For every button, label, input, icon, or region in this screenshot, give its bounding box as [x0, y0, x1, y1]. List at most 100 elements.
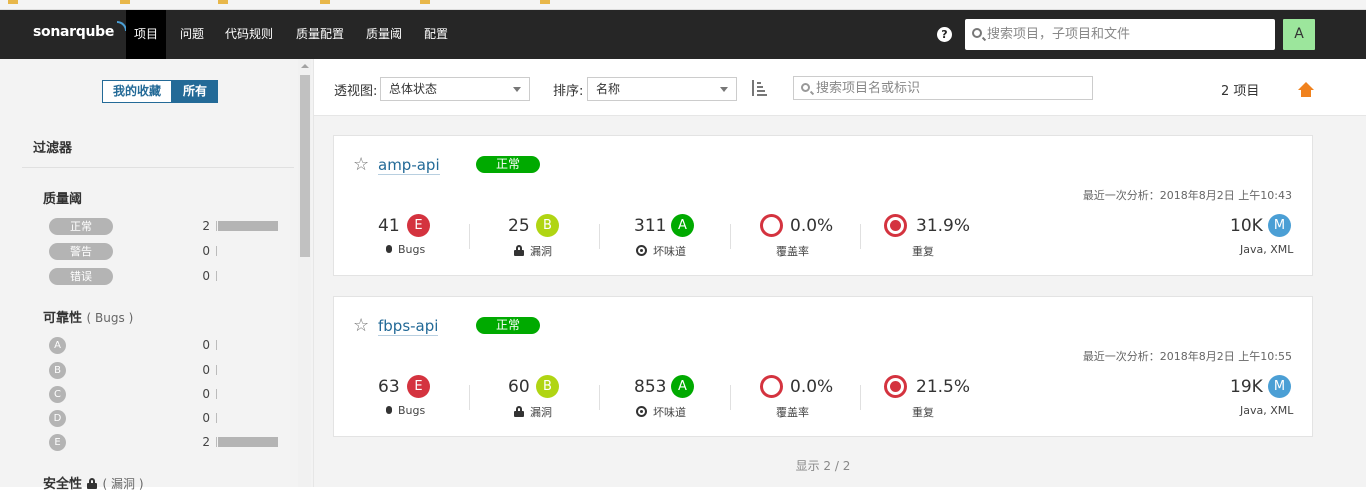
lock-icon	[514, 245, 524, 256]
divider	[469, 385, 470, 410]
vulns-label: 漏洞	[514, 404, 552, 420]
sort-order-icon[interactable]	[750, 80, 767, 98]
global-search[interactable]	[965, 19, 1275, 50]
facet-bar-tick	[216, 271, 217, 281]
nav-issues[interactable]: 问题	[172, 10, 212, 59]
smell-icon	[636, 406, 647, 417]
sort-label: 排序:	[553, 84, 584, 99]
metric-code-smells[interactable]: 311 A 坏味道	[632, 214, 702, 264]
bugs-rating: E	[407, 375, 430, 398]
sidebar-scroll-thumb[interactable]	[300, 75, 310, 257]
global-search-input[interactable]	[987, 19, 1267, 50]
facet-option-label: 正常	[49, 218, 113, 235]
size-rating: M	[1268, 214, 1291, 237]
vulns-label-text: 漏洞	[530, 406, 552, 419]
smells-value: 853	[634, 377, 667, 397]
perspective-label: 透视图:	[334, 84, 378, 99]
size-value: 10K	[1230, 216, 1263, 236]
rating-label: A	[49, 337, 66, 354]
facet-option-label: 警告	[49, 243, 113, 260]
search-icon	[972, 28, 982, 38]
facet-security-sub: ( 漏洞 )	[86, 477, 144, 491]
bug-icon	[384, 404, 394, 415]
facet-reliability-sub: ( Bugs )	[86, 311, 134, 325]
metric-duplications[interactable]: 21.5% 重复	[884, 375, 974, 425]
user-avatar[interactable]: A	[1283, 19, 1315, 50]
metric-bugs[interactable]: 41 E Bugs	[374, 214, 434, 264]
sonarqube-logo[interactable]: sonarqube	[33, 21, 127, 40]
metric-code-smells[interactable]: 853 A 坏味道	[632, 375, 702, 425]
chevron-down-icon	[513, 87, 521, 92]
facet-option-count: 0	[202, 338, 210, 352]
project-name-link[interactable]: fbps-api	[378, 317, 439, 336]
perspective-select[interactable]: 总体状态	[380, 77, 530, 101]
nav-rules[interactable]: 代码规则	[217, 10, 281, 59]
help-icon[interactable]: ?	[937, 27, 952, 42]
filter-sidebar	[0, 59, 314, 487]
duplications-donut-icon	[884, 375, 907, 398]
project-search-input[interactable]	[816, 77, 1086, 99]
facet-option-label: 错误	[49, 268, 113, 285]
home-icon[interactable]	[1298, 82, 1314, 98]
lock-icon	[86, 478, 97, 489]
coverage-donut-icon	[760, 214, 783, 237]
last-analysis: 最近一次分析：2018年8月2日 上午10:55	[1082, 350, 1292, 363]
divider	[730, 385, 731, 410]
smells-label: 坏味道	[636, 243, 686, 259]
toggle-all[interactable]: 所有	[172, 80, 219, 103]
facet-bar-tick	[216, 246, 217, 256]
last-analysis: 最近一次分析：2018年8月2日 上午10:43	[1082, 189, 1292, 202]
toggle-favorites[interactable]: 我的收藏	[102, 80, 173, 103]
coverage-value: 0.0%	[790, 216, 834, 236]
languages: Java, XML	[1240, 243, 1294, 256]
nav-quality-gates[interactable]: 质量阈	[358, 10, 410, 59]
smells-label: 坏味道	[636, 404, 686, 420]
vulns-label: 漏洞	[514, 243, 552, 259]
smells-label-text: 坏味道	[653, 245, 686, 258]
metric-vulnerabilities[interactable]: 25 B 漏洞	[506, 214, 566, 264]
nav-projects[interactable]: 项目	[126, 10, 167, 59]
bookmark-folder-icon	[218, 0, 228, 4]
sort-select[interactable]: 名称	[587, 77, 737, 101]
facet-reliability-title: 可靠性 ( Bugs )	[43, 307, 133, 326]
languages: Java, XML	[1240, 404, 1294, 417]
bugs-rating: E	[407, 214, 430, 237]
facet-bar	[218, 221, 278, 231]
perspective-value: 总体状态	[389, 82, 438, 96]
rating-label: D	[49, 410, 66, 427]
quality-gate-badge: 正常	[476, 317, 540, 334]
scroll-up-icon[interactable]	[301, 64, 309, 68]
metric-vulnerabilities[interactable]: 60 B 漏洞	[506, 375, 566, 425]
quality-gate-badge: 正常	[476, 156, 540, 173]
vulns-value: 60	[508, 377, 530, 397]
project-card: ☆ amp-api 正常 最近一次分析：2018年8月2日 上午10:43 41…	[333, 135, 1313, 276]
star-icon[interactable]: ☆	[353, 156, 369, 174]
metric-size[interactable]: 19K M Java, XML	[1214, 375, 1294, 425]
metric-coverage[interactable]: 0.0% 覆盖率	[760, 214, 840, 264]
facet-security-title: 安全性 ( 漏洞 )	[43, 473, 144, 492]
project-search[interactable]	[793, 76, 1093, 100]
bookmark-folder-icon	[320, 0, 330, 4]
metric-bugs[interactable]: 63 E Bugs	[374, 375, 434, 425]
divider	[599, 224, 600, 249]
nav-administration[interactable]: 配置	[416, 10, 456, 59]
project-card: ☆ fbps-api 正常 最近一次分析：2018年8月2日 上午10:55 6…	[333, 296, 1313, 437]
star-icon[interactable]: ☆	[353, 317, 369, 335]
metric-coverage[interactable]: 0.0% 覆盖率	[760, 375, 840, 425]
coverage-label: 覆盖率	[776, 245, 809, 258]
metric-size[interactable]: 10K M Java, XML	[1214, 214, 1294, 264]
facet-bar-tick	[216, 413, 217, 423]
facet-bar	[218, 437, 278, 447]
facet-bar-tick	[216, 389, 217, 399]
facet-reliability-name: 可靠性	[43, 311, 83, 326]
facet-option-count: 0	[202, 411, 210, 425]
project-name-link[interactable]: amp-api	[378, 156, 440, 175]
metric-duplications[interactable]: 31.9% 重复	[884, 214, 974, 264]
nav-quality-profiles[interactable]: 质量配置	[288, 10, 352, 59]
facet-quality-gate-title: 质量阈	[43, 192, 83, 207]
vulns-label-text: 漏洞	[530, 245, 552, 258]
dup-value: 21.5%	[916, 377, 971, 397]
facet-option-count: 0	[202, 363, 210, 377]
bookmark-folder-icon	[120, 0, 130, 4]
size-value: 19K	[1230, 377, 1263, 397]
